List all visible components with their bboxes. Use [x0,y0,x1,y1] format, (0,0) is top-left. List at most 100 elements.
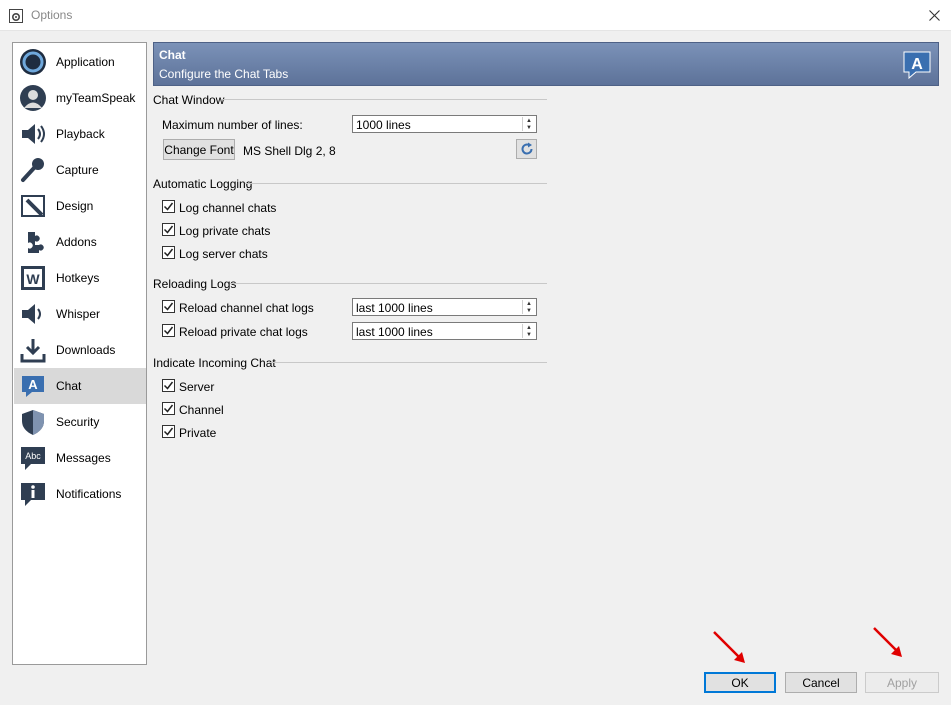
sidebar-item-addons[interactable]: Addons [14,224,146,260]
checkbox-log-channel-chats[interactable] [162,200,175,213]
reload-channel-lines-value: last 1000 lines [356,301,433,315]
checkmark-icon [163,404,174,413]
sidebar-item-security[interactable]: Security [14,404,146,440]
sidebar-item-label: Chat [56,379,82,393]
user-icon [18,83,48,113]
annotation-arrow-icon [713,631,745,663]
spin-down-icon[interactable]: ▼ [523,124,535,131]
sidebar-item-whisper[interactable]: Whisper [14,296,146,332]
close-icon [928,10,940,21]
sidebar-item-hotkeys[interactable]: W Hotkeys [14,260,146,296]
shield-icon [18,407,48,437]
checkbox-reload-channel-chat-logs[interactable] [162,300,175,313]
group-title-reloading-logs: Reloading Logs [153,277,237,291]
sidebar-item-chat[interactable]: A Chat [14,368,146,404]
hotkeys-icon: W [18,263,48,293]
svg-text:Abc: Abc [25,451,41,461]
checkbox-server[interactable] [162,379,175,392]
spin-arrows[interactable]: ▲ ▼ [522,117,535,131]
spin-up-icon[interactable]: ▲ [523,117,535,124]
sidebar-item-playback[interactable]: Playback [14,116,146,152]
change-font-button[interactable]: Change Font [163,139,235,160]
sidebar-item-label: Application [56,55,115,69]
max-lines-label: Maximum number of lines: [162,118,303,132]
group-divider [245,183,547,184]
refresh-icon [521,142,533,155]
group-title-chat-window: Chat Window [153,93,225,107]
apply-button[interactable]: Apply [865,672,939,693]
group-title-automatic-logging: Automatic Logging [153,177,253,191]
sidebar-item-label: Playback [56,127,105,141]
download-icon [18,335,48,365]
checkbox-channel[interactable] [162,402,175,415]
channel-label: Channel [179,403,224,417]
spin-up-icon[interactable]: ▲ [523,300,535,307]
sidebar-item-label: Notifications [56,487,122,501]
sidebar-item-label: Design [56,199,94,213]
chat-icon: A [903,51,931,80]
sidebar-item-label: Whisper [56,307,101,321]
reload-channel-chat-logs-label: Reload channel chat logs [179,301,314,315]
checkmark-icon [163,302,174,311]
close-button[interactable] [917,0,951,31]
sidebar-item-capture[interactable]: Capture [14,152,146,188]
microphone-icon [18,155,48,185]
font-value: MS Shell Dlg 2, 8 [243,144,336,158]
spin-down-icon[interactable]: ▼ [523,307,535,314]
reload-private-chat-logs-label: Reload private chat logs [179,325,308,339]
log-private-chats-label: Log private chats [179,224,271,238]
checkbox-log-server-chats[interactable] [162,246,175,259]
sidebar-item-label: Hotkeys [56,271,100,285]
private-label: Private [179,426,217,440]
group-divider [230,283,547,284]
max-lines-value: 1000 lines [356,118,411,132]
log-server-chats-label: Log server chats [179,247,268,261]
sidebar-item-label: myTeamSpeak [56,91,136,105]
puzzle-icon [18,227,48,257]
sidebar-item-design[interactable]: Design [14,188,146,224]
spin-arrows[interactable]: ▲ ▼ [522,324,535,338]
reset-font-button[interactable] [516,139,537,159]
checkmark-icon [163,381,174,390]
options-app-icon [9,9,23,23]
reload-private-lines-value: last 1000 lines [356,325,433,339]
spin-down-icon[interactable]: ▼ [523,331,535,338]
checkbox-log-private-chats[interactable] [162,223,175,236]
checkbox-private[interactable] [162,425,175,438]
design-icon [18,191,48,221]
sidebar-item-label: Messages [56,451,111,465]
checkmark-icon [163,225,174,234]
application-icon [18,47,48,77]
sidebar-item-myteamspeak[interactable]: myTeamSpeak [14,80,146,116]
page-title: Chat [159,48,186,62]
sidebar-item-notifications[interactable]: Notifications [14,476,146,512]
reload-channel-lines-spinbox[interactable]: last 1000 lines ▲ ▼ [352,298,537,316]
checkmark-icon [163,248,174,257]
page-header-banner: Chat Configure the Chat Tabs A [153,42,939,86]
info-icon [18,479,48,509]
sidebar-item-messages[interactable]: Abc Messages [14,440,146,476]
sidebar-item-label: Addons [56,235,97,249]
sidebar-item-application[interactable]: Application [14,44,146,80]
checkmark-icon [163,202,174,211]
ok-button[interactable]: OK [704,672,776,693]
sidebar-item-label: Capture [56,163,99,177]
page-subtitle: Configure the Chat Tabs [159,67,289,81]
window-title: Options [31,8,73,22]
checkbox-reload-private-chat-logs[interactable] [162,324,175,337]
spin-arrows[interactable]: ▲ ▼ [522,300,535,314]
options-sidebar: Application myTeamSpeak Playback Capture… [12,42,147,665]
max-lines-spinbox[interactable]: 1000 lines ▲ ▼ [352,115,537,133]
sidebar-item-label: Security [56,415,100,429]
checkmark-icon [163,326,174,335]
group-divider [221,99,547,100]
svg-text:A: A [911,56,923,73]
speaker-icon [18,119,48,149]
spin-up-icon[interactable]: ▲ [523,324,535,331]
sidebar-item-downloads[interactable]: Downloads [14,332,146,368]
cancel-button[interactable]: Cancel [785,672,857,693]
reload-private-lines-spinbox[interactable]: last 1000 lines ▲ ▼ [352,322,537,340]
group-title-indicate-incoming-chat: Indicate Incoming Chat [153,356,276,370]
svg-text:W: W [26,271,40,287]
chat-icon: A [18,371,48,401]
